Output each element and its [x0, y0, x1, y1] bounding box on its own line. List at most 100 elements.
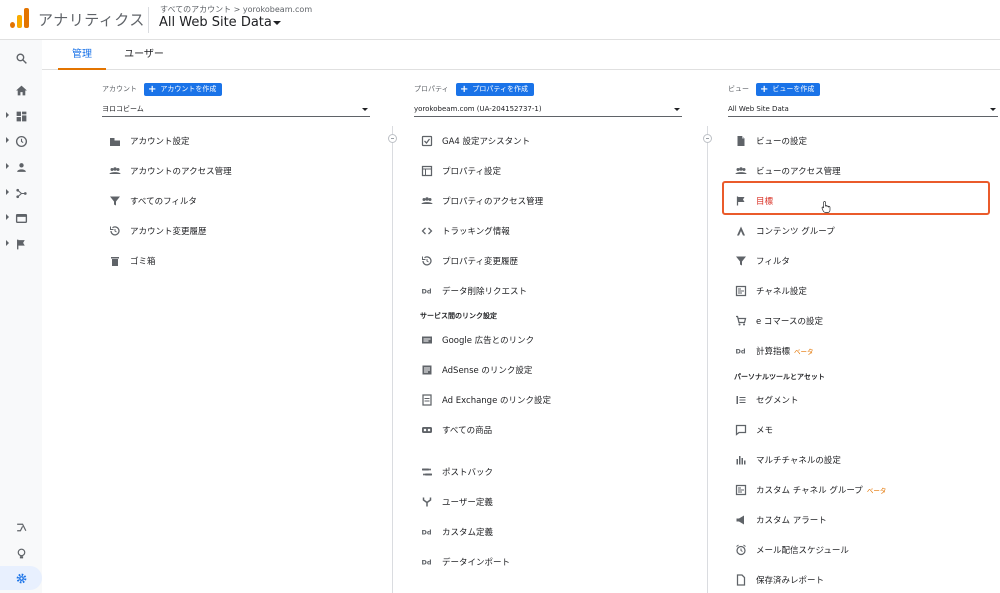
account-selector[interactable]: ヨロコビーム	[102, 103, 370, 117]
property-settings-item[interactable]: プロパティ設定	[414, 156, 682, 186]
property-access-item[interactable]: プロパティのアクセス管理	[414, 186, 682, 216]
all-filters-item[interactable]: すべてのフィルタ	[102, 186, 370, 216]
create-account-button[interactable]: + アカウントを作成	[144, 83, 223, 96]
account-heading: アカウント	[102, 85, 137, 93]
fork-icon	[420, 495, 434, 509]
data-deletion-item[interactable]: Dd データ削除リクエスト	[414, 276, 682, 306]
flag-icon[interactable]	[0, 232, 42, 256]
trash-item[interactable]: ゴミ箱	[102, 246, 370, 276]
alarm-icon	[734, 543, 748, 557]
building-icon	[108, 134, 122, 148]
lightbulb-icon[interactable]	[0, 541, 42, 565]
account-column: アカウント + アカウントを作成 ヨロコビーム アカウント設定 アカウントのアクセ…	[102, 71, 370, 593]
megaphone-icon	[734, 513, 748, 527]
header-divider	[148, 7, 149, 33]
history-icon	[420, 254, 434, 268]
multichannel-settings-item[interactable]: マルチチャネルの設定	[728, 445, 998, 475]
ecommerce-settings-item[interactable]: e コマースの設定	[728, 306, 998, 336]
link-icon	[420, 423, 434, 437]
collapse-icon[interactable]	[388, 134, 397, 143]
column-divider	[392, 126, 393, 593]
notes-item[interactable]: メモ	[728, 415, 998, 445]
dashboard-icon[interactable]	[0, 104, 42, 128]
service-links-label: サービス間のリンク設定	[420, 312, 497, 320]
gear-icon[interactable]	[0, 566, 42, 590]
tab-user[interactable]: ユーザー	[116, 40, 172, 70]
beta-badge: ベータ	[794, 348, 814, 356]
people-icon	[108, 164, 122, 178]
document-icon	[734, 134, 748, 148]
postback-item[interactable]: ポストバック	[414, 457, 682, 487]
analytics-logo-icon[interactable]	[8, 8, 30, 28]
view-column: ビュー + ビューを作成 All Web Site Data ビューの設定 ビュー…	[728, 71, 998, 593]
column-divider	[707, 126, 708, 593]
adsense-link-item[interactable]: AdSense のリンク設定	[414, 355, 682, 385]
breadcrumb[interactable]: すべてのアカウント > yorokobeam.com	[160, 4, 312, 15]
home-icon[interactable]	[0, 78, 42, 102]
user-definition-item[interactable]: ユーザー定義	[414, 487, 682, 517]
dd-icon: Dd	[420, 555, 434, 569]
postback-icon	[420, 465, 434, 479]
document-icon	[734, 573, 748, 587]
segments-item[interactable]: セグメント	[728, 385, 998, 415]
hand-cursor-icon	[821, 201, 831, 213]
admin-tabs: 管理 ユーザー	[42, 40, 1000, 70]
custom-definitions-item[interactable]: Dd カスタム定義	[414, 517, 682, 547]
attribution-icon[interactable]	[0, 515, 42, 539]
clock-icon[interactable]	[0, 129, 42, 153]
calculated-metrics-item[interactable]: Dd 計算指標 ベータ	[728, 336, 998, 366]
svg-text:Dd: Dd	[422, 288, 432, 296]
create-property-button[interactable]: + プロパティを作成	[456, 83, 534, 96]
channel-icon	[734, 483, 748, 497]
note-icon	[734, 423, 748, 437]
person-walk-icon	[734, 224, 748, 238]
segment-icon	[734, 393, 748, 407]
svg-text:Dd: Dd	[736, 348, 746, 356]
view-settings-item[interactable]: ビューの設定	[728, 126, 998, 156]
view-filters-item[interactable]: フィルタ	[728, 246, 998, 276]
person-icon[interactable]	[0, 155, 42, 179]
personal-tools-label: パーソナルツールとアセット	[734, 373, 825, 381]
adsense-icon	[420, 363, 434, 377]
bar-chart-icon	[734, 453, 748, 467]
search-icon[interactable]	[0, 46, 42, 70]
all-products-item[interactable]: すべての商品	[414, 415, 682, 445]
custom-channel-group-item[interactable]: カスタム チャネル グループ ベータ	[728, 475, 998, 505]
app-header: アナリティクス すべてのアカウント > yorokobeam.com All W…	[0, 0, 1000, 40]
dd-icon: Dd	[734, 344, 748, 358]
trash-icon	[108, 254, 122, 268]
view-selector[interactable]: All Web Site Data	[159, 15, 272, 30]
channel-icon	[734, 284, 748, 298]
create-view-button[interactable]: + ビューを作成	[756, 83, 821, 96]
svg-text:Dd: Dd	[422, 559, 432, 567]
people-icon	[734, 164, 748, 178]
checkbox-icon	[420, 134, 434, 148]
property-history-item[interactable]: プロパティ変更履歴	[414, 246, 682, 276]
filter-icon	[108, 194, 122, 208]
account-access-item[interactable]: アカウントのアクセス管理	[102, 156, 370, 186]
tab-admin[interactable]: 管理	[58, 40, 106, 70]
chevron-down-icon[interactable]	[273, 21, 281, 25]
content-grouping-item[interactable]: コンテンツ グループ	[728, 216, 998, 246]
collapse-icon[interactable]	[703, 134, 712, 143]
property-selector[interactable]: yorokobeam.com (UA-204152737-1)	[414, 103, 682, 117]
channel-settings-item[interactable]: チャネル設定	[728, 276, 998, 306]
adexchange-link-item[interactable]: Ad Exchange のリンク設定	[414, 385, 682, 415]
scheduled-emails-item[interactable]: メール配信スケジュール	[728, 535, 998, 565]
view-column-selector[interactable]: All Web Site Data	[728, 103, 998, 117]
chevron-down-icon	[990, 108, 996, 111]
people-icon	[420, 194, 434, 208]
dd-icon: Dd	[420, 284, 434, 298]
data-import-item[interactable]: Dd データインポート	[414, 547, 682, 577]
left-nav-rail	[0, 40, 42, 593]
acquisition-icon[interactable]	[0, 181, 42, 205]
google-ads-link-item[interactable]: Google 広告とのリンク	[414, 325, 682, 355]
behavior-icon[interactable]	[0, 206, 42, 230]
tracking-info-item[interactable]: トラッキング情報	[414, 216, 682, 246]
saved-reports-item[interactable]: 保存済みレポート	[728, 565, 998, 593]
custom-alerts-item[interactable]: カスタム アラート	[728, 505, 998, 535]
account-history-item[interactable]: アカウント変更履歴	[102, 216, 370, 246]
chevron-down-icon	[362, 108, 368, 111]
account-settings-item[interactable]: アカウント設定	[102, 126, 370, 156]
ga4-assistant-item[interactable]: GA4 設定アシスタント	[414, 126, 682, 156]
